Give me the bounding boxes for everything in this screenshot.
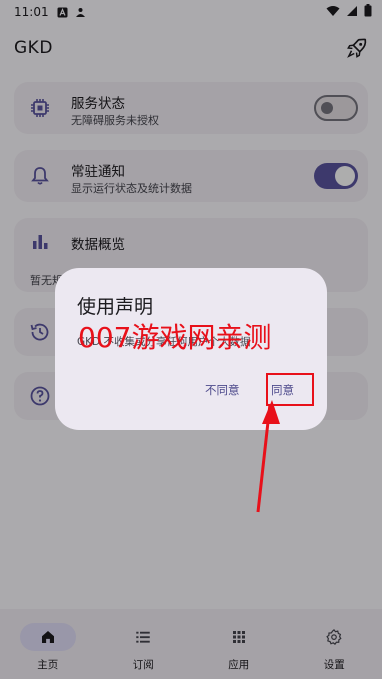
watermark-text: 007游戏网亲测	[78, 321, 272, 354]
disagree-button[interactable]: 不同意	[205, 382, 240, 398]
agree-highlight-box	[266, 373, 314, 406]
dialog-title: 使用声明	[77, 296, 154, 318]
